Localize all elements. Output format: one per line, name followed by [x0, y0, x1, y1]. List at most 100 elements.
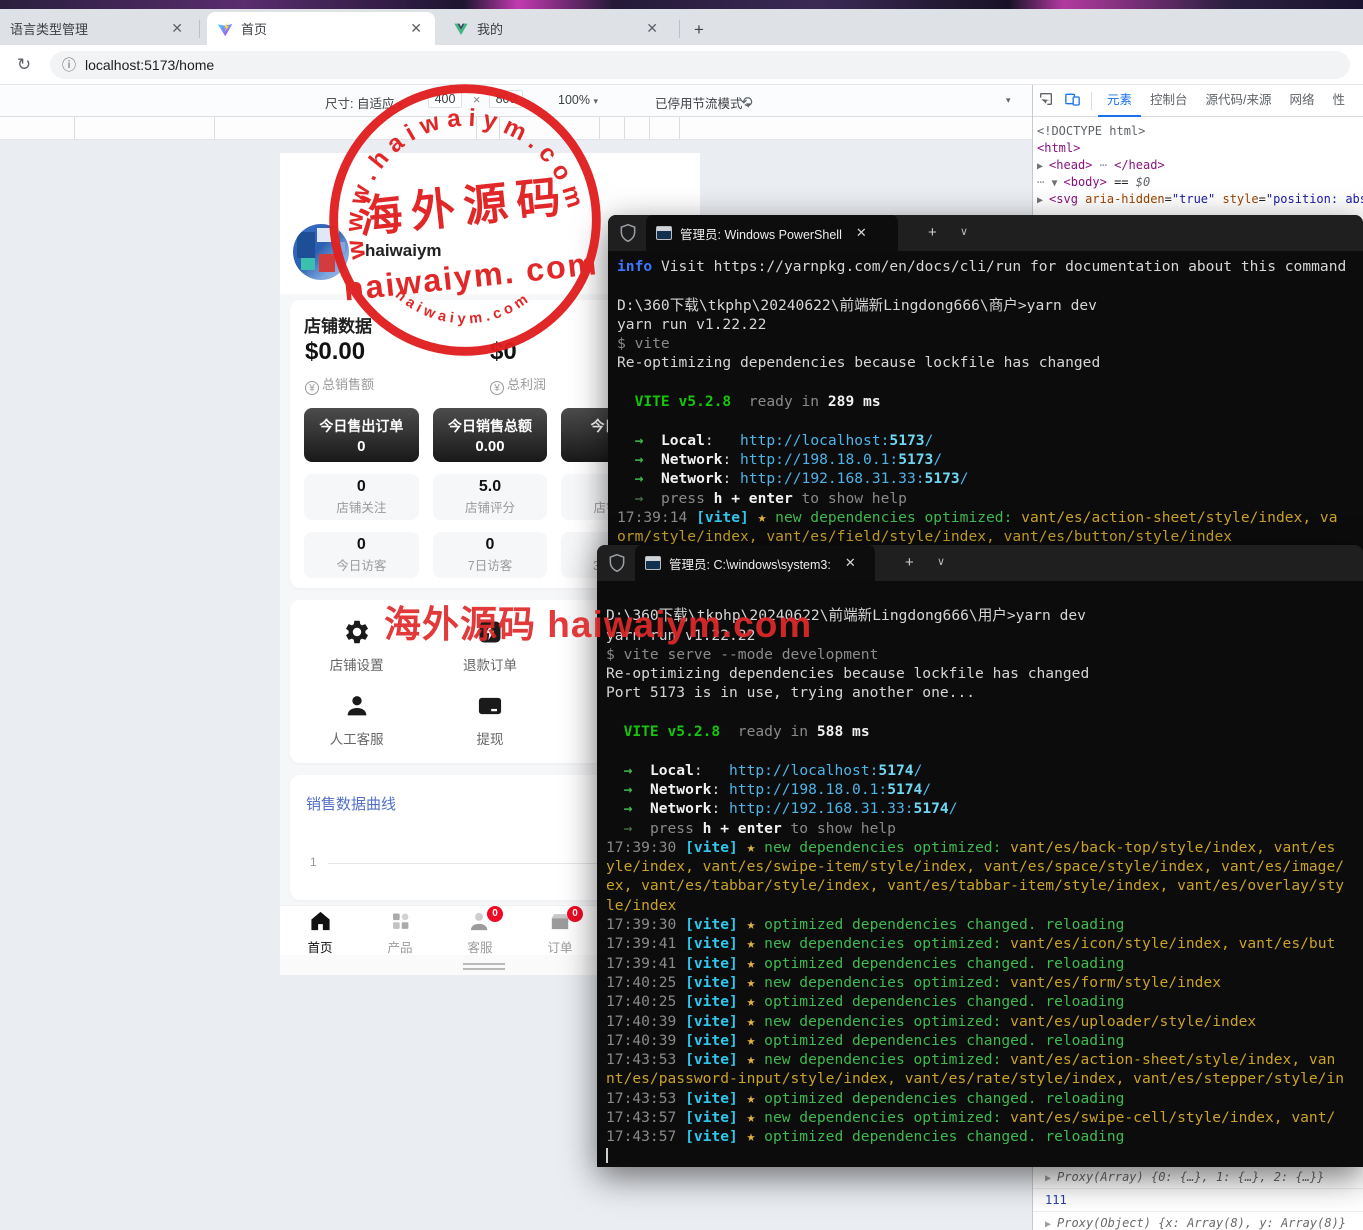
output-line: 17:39:30 [vite] ★ optimized dependencies… — [606, 915, 1363, 934]
person-icon — [343, 692, 371, 720]
devtools-tab-console[interactable]: 控制台 — [1141, 85, 1197, 117]
output-line: → press h + enter to show help — [606, 819, 1363, 838]
reload-icon[interactable]: ↻ — [12, 53, 36, 77]
output-line: ▶ <svg aria-hidden="true" style="positio… — [1037, 191, 1361, 208]
device-zoom-select[interactable]: 100% ▾ — [558, 93, 598, 107]
terminal-dropdown-icon[interactable]: ∨ — [937, 555, 945, 568]
output-line — [617, 276, 1363, 295]
devtools-tab-network[interactable]: 网络 — [1281, 85, 1324, 117]
today-sales-button[interactable]: 今日销售总额 0.00 — [433, 408, 548, 462]
output-line: yarn run v1.22.22 — [606, 626, 1363, 645]
output-line: VITE v5.2.8 ready in 588 ms — [606, 722, 1363, 741]
output-line — [606, 587, 1363, 606]
output-line — [606, 741, 1363, 760]
tab-close-icon[interactable]: ✕ — [407, 20, 425, 37]
stat-7day-visitors: 07日访客 — [433, 532, 548, 578]
menu-customer-service[interactable]: 人工客服 — [290, 684, 423, 752]
device-throttle-select[interactable]: 已停用节流模式 ▾ — [655, 93, 751, 112]
terminal-tab[interactable]: 管理员: Windows PowerShell ✕ — [646, 215, 898, 251]
new-terminal-tab-button[interactable]: + — [905, 554, 914, 571]
output-line: info Visit https://yarnpkg.com/en/docs/c… — [617, 257, 1363, 276]
site-info-icon[interactable]: ⓘ — [62, 55, 76, 75]
browser-tab-language-types[interactable]: 语言类型管理 ✕ — [0, 12, 196, 45]
desktop-wallpaper-strip — [0, 0, 1363, 9]
device-width-input[interactable]: 400 — [428, 90, 462, 108]
output-line: Re-optimizing dependencies because lockf… — [617, 353, 1363, 372]
grid-icon — [390, 911, 411, 931]
terminal-window-merchant[interactable]: 管理员: Windows PowerShell ✕ + ∨ info Visit… — [608, 215, 1363, 560]
today-orders-button[interactable]: 今日售出订单 0 — [304, 408, 419, 462]
devtools-tab-elements[interactable]: 元素 — [1098, 85, 1141, 117]
output-line: ▶ <head> ⋯ </head> — [1037, 157, 1361, 174]
terminal-output[interactable]: D:\360下载\tkphp\20240622\前端新Lingdong666\用… — [597, 581, 1363, 1166]
output-line: yarn run v1.22.22 — [617, 315, 1363, 334]
output-line: 17:39:30 [vite] ★ new dependencies optim… — [606, 838, 1363, 857]
new-tab-button[interactable]: + — [688, 19, 710, 41]
device-size-select[interactable]: 尺寸: 自适应 ▾ — [325, 93, 402, 112]
devtools-tab-performance[interactable]: 性 — [1324, 85, 1355, 117]
avatar[interactable] — [293, 224, 349, 280]
output-line — [617, 373, 1363, 392]
terminal-title-bar[interactable]: 管理员: C:\windows\system3: ✕ + ∨ — [597, 545, 1363, 581]
output-line: → Local: http://localhost:5174/ — [606, 761, 1363, 780]
tab-close-icon[interactable]: ✕ — [168, 20, 186, 37]
terminal-dropdown-icon[interactable]: ∨ — [960, 225, 968, 238]
chevron-down-icon: ▾ — [593, 96, 598, 106]
card-icon — [476, 692, 504, 720]
address-bar[interactable]: ⓘ localhost:5173/home — [50, 51, 1350, 79]
cmd-icon — [645, 556, 661, 570]
rotate-device-icon[interactable]: ⟲ — [740, 93, 753, 111]
browser-tab-home[interactable]: 首页 ✕ — [207, 12, 435, 45]
output-line: D:\360下载\tkphp\20240622\前端新Lingdong666\商… — [617, 296, 1363, 315]
device-height-input[interactable]: 800 — [489, 90, 523, 108]
home-icon — [309, 911, 332, 931]
terminal-window-user[interactable]: 管理员: C:\windows\system3: ✕ + ∨ D:\360下载\… — [597, 545, 1363, 1167]
device-toggle-icon[interactable] — [1059, 91, 1085, 110]
devtools-tab-sources[interactable]: 源代码/来源 — [1197, 85, 1281, 117]
menu-withdraw[interactable]: 提现 — [423, 684, 556, 752]
device-toolbar: 尺寸: 自适应 ▾ 400 × 800 100% ▾ 已停用节流模式 ▾ ⟲ ▾ — [0, 85, 1032, 117]
refund-lightning-icon — [476, 618, 504, 646]
media-query-bar[interactable] — [0, 117, 1032, 140]
dimension-times: × — [473, 93, 480, 107]
output-line: 111 — [1033, 1189, 1363, 1212]
elements-tree[interactable]: <!DOCTYPE html><html>▶ <head> ⋯ </head>⋯… — [1033, 117, 1363, 208]
output-line: → Network: http://192.168.31.33:5173/ — [617, 469, 1363, 488]
powershell-icon — [656, 226, 672, 240]
home-indicator[interactable] — [463, 963, 505, 970]
tab-close-icon[interactable]: ✕ — [643, 20, 661, 37]
inspect-element-icon[interactable] — [1033, 91, 1059, 110]
sales-chart-legend[interactable]: 销售数据曲线 — [306, 793, 396, 814]
output-line: Port 5173 is in use, trying another one.… — [606, 683, 1363, 702]
browser-tab-mine[interactable]: 我的 ✕ — [443, 12, 671, 45]
total-sales: $0.00 ¥总销售额 — [305, 338, 374, 395]
shield-icon — [607, 553, 627, 573]
device-toolbar-more-icon[interactable]: ▾ — [1006, 95, 1011, 106]
output-line: 17:39:14 [vite] ★ new dependencies optim… — [617, 508, 1363, 527]
output-line: → Network: http://198.18.0.1:5173/ — [617, 450, 1363, 469]
menu-refund-orders[interactable]: 退款订单 — [423, 610, 556, 678]
tab-products[interactable]: 产品 — [360, 906, 440, 955]
terminal-title-bar[interactable]: 管理员: Windows PowerShell ✕ + ∨ — [608, 215, 1363, 251]
terminal-tab[interactable]: 管理员: C:\windows\system3: ✕ — [635, 545, 875, 581]
new-terminal-tab-button[interactable]: + — [928, 224, 937, 241]
output-line: 17:43:53 [vite] ★ optimized dependencies… — [606, 1089, 1363, 1108]
terminal-output[interactable]: info Visit https://yarnpkg.com/en/docs/c… — [608, 251, 1363, 546]
browser-tab-strip: 语言类型管理 ✕ 首页 ✕ 我的 ✕ + — [0, 9, 1363, 45]
tab-home[interactable]: 首页 — [280, 906, 360, 955]
output-line: → Network: http://198.18.0.1:5174/ — [606, 780, 1363, 799]
output-line: le/index — [606, 896, 1363, 915]
tab-close-icon[interactable]: ✕ — [845, 555, 856, 571]
stat-today-visitors: 0今日访客 — [304, 532, 419, 578]
tab-close-icon[interactable]: ✕ — [856, 225, 867, 241]
output-line — [617, 411, 1363, 430]
tab-orders[interactable]: 订单 0 — [520, 906, 600, 955]
coin-icon: ¥ — [305, 381, 319, 395]
tab-customer-service[interactable]: 客服 0 — [440, 906, 520, 955]
console-output[interactable]: ▶ Proxy(Array) {0: {…}, 1: {…}, 2: {…}}1… — [1033, 1165, 1363, 1230]
output-line: 17:40:25 [vite] ★ optimized dependencies… — [606, 992, 1363, 1011]
tab-title: 首页 — [241, 19, 399, 38]
output-line: Re-optimizing dependencies because lockf… — [606, 664, 1363, 683]
vue-favicon — [453, 21, 469, 37]
menu-shop-settings[interactable]: 店铺设置 — [290, 610, 423, 678]
